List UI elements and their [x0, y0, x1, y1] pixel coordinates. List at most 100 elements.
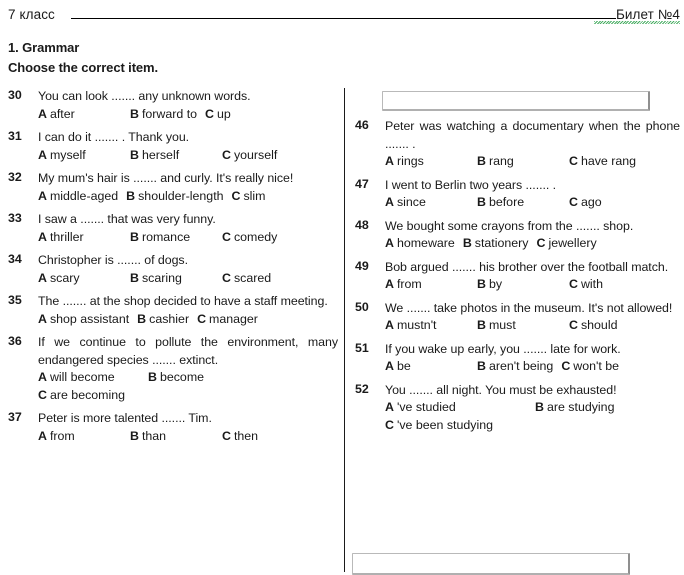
question-item: 33 I saw a ....... that was very funny. … — [8, 211, 338, 246]
question-options: Arings Brang Chave rang — [385, 153, 680, 171]
option-c[interactable]: Cup — [205, 106, 231, 124]
option-a[interactable]: Abe — [385, 358, 477, 376]
question-body: I can do it ....... . Thank you. Amyself… — [38, 129, 338, 164]
option-b[interactable]: Bforward to — [130, 106, 197, 124]
option-a[interactable]: Amustn't — [385, 317, 477, 335]
question-number: 32 — [8, 170, 22, 184]
option-c[interactable]: Cago — [569, 194, 602, 212]
question-options: A've studied Bare studying C've been stud… — [385, 399, 680, 434]
question-text: Bob argued ....... his brother over the … — [385, 259, 669, 274]
option-a[interactable]: Ashop assistant — [38, 311, 129, 329]
option-a[interactable]: Athriller — [38, 229, 130, 247]
option-c[interactable]: C've been studying — [385, 417, 493, 435]
option-a[interactable]: A've studied — [385, 399, 535, 417]
option-a[interactable]: Afrom — [385, 276, 477, 294]
question-options: Amyself Bherself Cyourself — [38, 147, 338, 165]
question-number: 49 — [355, 258, 369, 273]
option-b[interactable]: Bare studying — [535, 399, 614, 417]
option-a[interactable]: Aafter — [38, 106, 130, 124]
option-c[interactable]: Care becoming — [38, 387, 125, 405]
option-c[interactable]: Chave rang — [569, 153, 636, 171]
option-a[interactable]: Asince — [385, 194, 477, 212]
question-text: If you wake up early, you ....... late f… — [385, 341, 621, 356]
option-b[interactable]: Bmust — [477, 317, 569, 335]
question-options: Asince Bbefore Cago — [385, 194, 680, 212]
option-a[interactable]: Arings — [385, 153, 477, 171]
option-b[interactable]: Brang — [477, 153, 569, 171]
option-b[interactable]: Bcashier — [137, 311, 189, 329]
option-a[interactable]: Amyself — [38, 147, 130, 165]
question-number: 37 — [8, 410, 22, 424]
question-number: 33 — [8, 211, 22, 225]
question-body: I went to Berlin two years ....... . Asi… — [385, 177, 680, 212]
question-body: We ....... take photos in the museum. It… — [385, 300, 680, 335]
option-c[interactable]: Cslim — [232, 188, 266, 206]
question-text: You can look ....... any unknown words. — [38, 89, 251, 103]
option-a[interactable]: Afrom — [38, 428, 130, 446]
question-body: You can look ....... any unknown words. … — [38, 88, 338, 123]
question-number: 34 — [8, 252, 22, 266]
option-b[interactable]: Bthan — [130, 428, 222, 446]
option-a[interactable]: Awill become — [38, 369, 148, 387]
option-c[interactable]: Cthen — [222, 428, 258, 446]
ticket-label-text: Билет №4 — [593, 6, 681, 24]
question-text: I saw a ....... that was very funny. — [38, 212, 216, 226]
question-body: The ....... at the shop decided to have … — [38, 293, 338, 328]
question-options: Afrom Bthan Cthen — [38, 428, 338, 446]
option-c[interactable]: Cshould — [569, 317, 617, 335]
option-a[interactable]: Ascary — [38, 270, 130, 288]
question-options: Amiddle-aged Bshoulder-length Cslim — [38, 188, 338, 206]
option-b[interactable]: Bshoulder-length — [126, 188, 223, 206]
option-b[interactable]: Bscaring — [130, 270, 222, 288]
option-c[interactable]: Cjewellery — [537, 235, 597, 253]
option-b[interactable]: Baren't being — [477, 358, 553, 376]
question-body: I saw a ....... that was very funny. Ath… — [38, 211, 338, 246]
question-text: If we continue to pollute the environmen… — [38, 335, 338, 367]
question-item: 36 If we continue to pollute the environ… — [8, 334, 338, 404]
question-number: 48 — [355, 217, 369, 232]
question-text: I can do it ....... . Thank you. — [38, 130, 190, 144]
question-item: 51 If you wake up early, you ....... lat… — [355, 341, 680, 376]
option-c[interactable]: Cmanager — [197, 311, 258, 329]
option-c[interactable]: Cscared — [222, 270, 271, 288]
option-b[interactable]: Bromance — [130, 229, 222, 247]
question-text: Peter is more talented ....... Tim. — [38, 411, 212, 425]
option-b[interactable]: Bstationery — [463, 235, 529, 253]
question-item: 37 Peter is more talented ....... Tim. A… — [8, 410, 338, 445]
option-a[interactable]: Amiddle-aged — [38, 188, 118, 206]
question-body: Peter is more talented ....... Tim. Afro… — [38, 410, 338, 445]
question-options: Awill become Bbecome Care becoming — [38, 369, 338, 404]
option-c[interactable]: Cyourself — [222, 147, 277, 165]
option-b[interactable]: Bbecome — [148, 369, 204, 387]
question-number: 36 — [8, 334, 22, 348]
option-c[interactable]: Cwon't be — [561, 358, 619, 376]
question-body: Peter was watching a documentary when th… — [385, 118, 680, 171]
option-c[interactable]: Ccomedy — [222, 229, 277, 247]
question-number: 31 — [8, 129, 22, 143]
option-b[interactable]: Bbefore — [477, 194, 569, 212]
question-item: 30 You can look ....... any unknown word… — [8, 88, 338, 123]
question-options: Athriller Bromance Ccomedy — [38, 229, 338, 247]
option-c[interactable]: Cwith — [569, 276, 603, 294]
question-body: Bob argued ....... his brother over the … — [385, 259, 680, 294]
question-body: My mum's hair is ....... and curly. It's… — [38, 170, 338, 205]
question-number: 51 — [355, 340, 369, 355]
question-text: My mum's hair is ....... and curly. It's… — [38, 171, 294, 185]
question-options: Afrom Bby Cwith — [385, 276, 680, 294]
question-body: We bought some crayons from the ....... … — [385, 218, 680, 253]
ticket-label: Билет №4 — [593, 6, 684, 24]
question-item: 35 The ....... at the shop decided to ha… — [8, 293, 338, 328]
answer-box-top[interactable] — [382, 91, 650, 111]
question-item: 46 Peter was watching a documentary when… — [355, 118, 680, 171]
option-b[interactable]: Bherself — [130, 147, 222, 165]
option-b[interactable]: Bby — [477, 276, 569, 294]
page-header: 7 класс Билет №4 — [0, 0, 684, 28]
option-a[interactable]: Ahomeware — [385, 235, 455, 253]
question-options: Ascary Bscaring Cscared — [38, 270, 338, 288]
question-item: 32 My mum's hair is ....... and curly. I… — [8, 170, 338, 205]
grade-label: 7 класс — [8, 6, 55, 22]
question-number: 52 — [355, 381, 369, 396]
question-number: 47 — [355, 176, 369, 191]
question-options: Aafter Bforward to Cup — [38, 106, 338, 124]
question-body: If you wake up early, you ....... late f… — [385, 341, 680, 376]
